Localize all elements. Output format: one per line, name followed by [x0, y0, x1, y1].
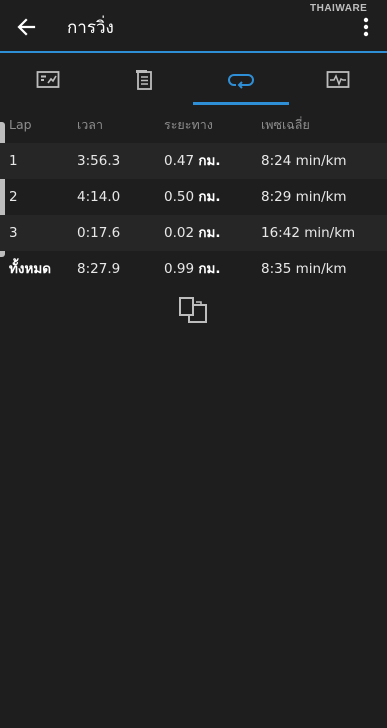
lap-pace: 8:24 min/km	[261, 153, 347, 169]
lap-distance: 0.02 กม.	[164, 215, 221, 251]
arrow-left-icon	[17, 18, 36, 36]
back-button[interactable]	[14, 14, 40, 40]
total-distance: 0.99 กม.	[164, 251, 221, 287]
tab-summary[interactable]	[0, 55, 96, 105]
distance-unit: กม.	[198, 153, 221, 169]
tab-bar	[0, 55, 387, 105]
details-document-icon	[136, 70, 152, 90]
summary-chart-icon	[36, 71, 60, 88]
header-time: เวลา	[77, 117, 103, 132]
lap-number: 2	[9, 189, 18, 205]
distance-value: 0.99	[164, 261, 195, 277]
overflow-menu-button[interactable]	[356, 16, 376, 38]
table-row[interactable]: 3 0:17.6 0.02 กม. 16:42 min/km	[0, 215, 387, 251]
tab-laps[interactable]	[193, 55, 289, 105]
distance-value: 0.02	[164, 225, 195, 241]
header-distance: ระยะทาง	[164, 117, 213, 132]
header-avg-pace: เพซเฉลี่ย	[261, 117, 310, 132]
lap-distance: 0.47 กม.	[164, 143, 221, 179]
lap-pace: 16:42 min/km	[261, 225, 356, 241]
total-label: ทั้งหมด	[9, 261, 52, 277]
distance-value: 0.47	[164, 153, 195, 169]
activity-graph-icon	[326, 71, 350, 88]
lap-number: 1	[9, 153, 18, 169]
more-vertical-icon	[363, 17, 369, 37]
table-row[interactable]: 1 3:56.3 0.47 กม. 8:24 min/km	[0, 143, 387, 179]
header-lap: Lap	[9, 117, 32, 132]
lap-time: 4:14.0	[77, 189, 121, 205]
distance-value: 0.50	[164, 189, 195, 205]
lap-time: 0:17.6	[77, 225, 121, 241]
lap-time: 3:56.3	[77, 153, 121, 169]
distance-unit: กม.	[198, 261, 221, 277]
copy-icon	[179, 297, 207, 323]
table-header-row: Lap เวลา ระยะทาง เพซเฉลี่ย	[0, 107, 387, 143]
tab-details[interactable]	[96, 55, 192, 105]
copy-laps-button[interactable]	[178, 296, 210, 324]
lap-pace: 8:29 min/km	[261, 189, 347, 205]
app-bar: การวิ่ง THAIWARE	[0, 0, 387, 53]
lap-distance: 0.50 กม.	[164, 179, 221, 215]
watermark-text: THAIWARE	[310, 3, 368, 14]
lap-number: 3	[9, 225, 18, 241]
distance-unit: กม.	[198, 189, 221, 205]
tab-activity-graph[interactable]	[290, 55, 386, 105]
total-time: 8:27.9	[77, 261, 121, 277]
laps-loop-icon	[228, 74, 254, 89]
page-title: การวิ่ง	[67, 18, 114, 38]
distance-unit: กม.	[198, 225, 221, 241]
table-total-row: ทั้งหมด 8:27.9 0.99 กม. 8:35 min/km	[0, 251, 387, 287]
total-pace: 8:35 min/km	[261, 261, 347, 277]
table-row[interactable]: 2 4:14.0 0.50 กม. 8:29 min/km	[0, 179, 387, 215]
